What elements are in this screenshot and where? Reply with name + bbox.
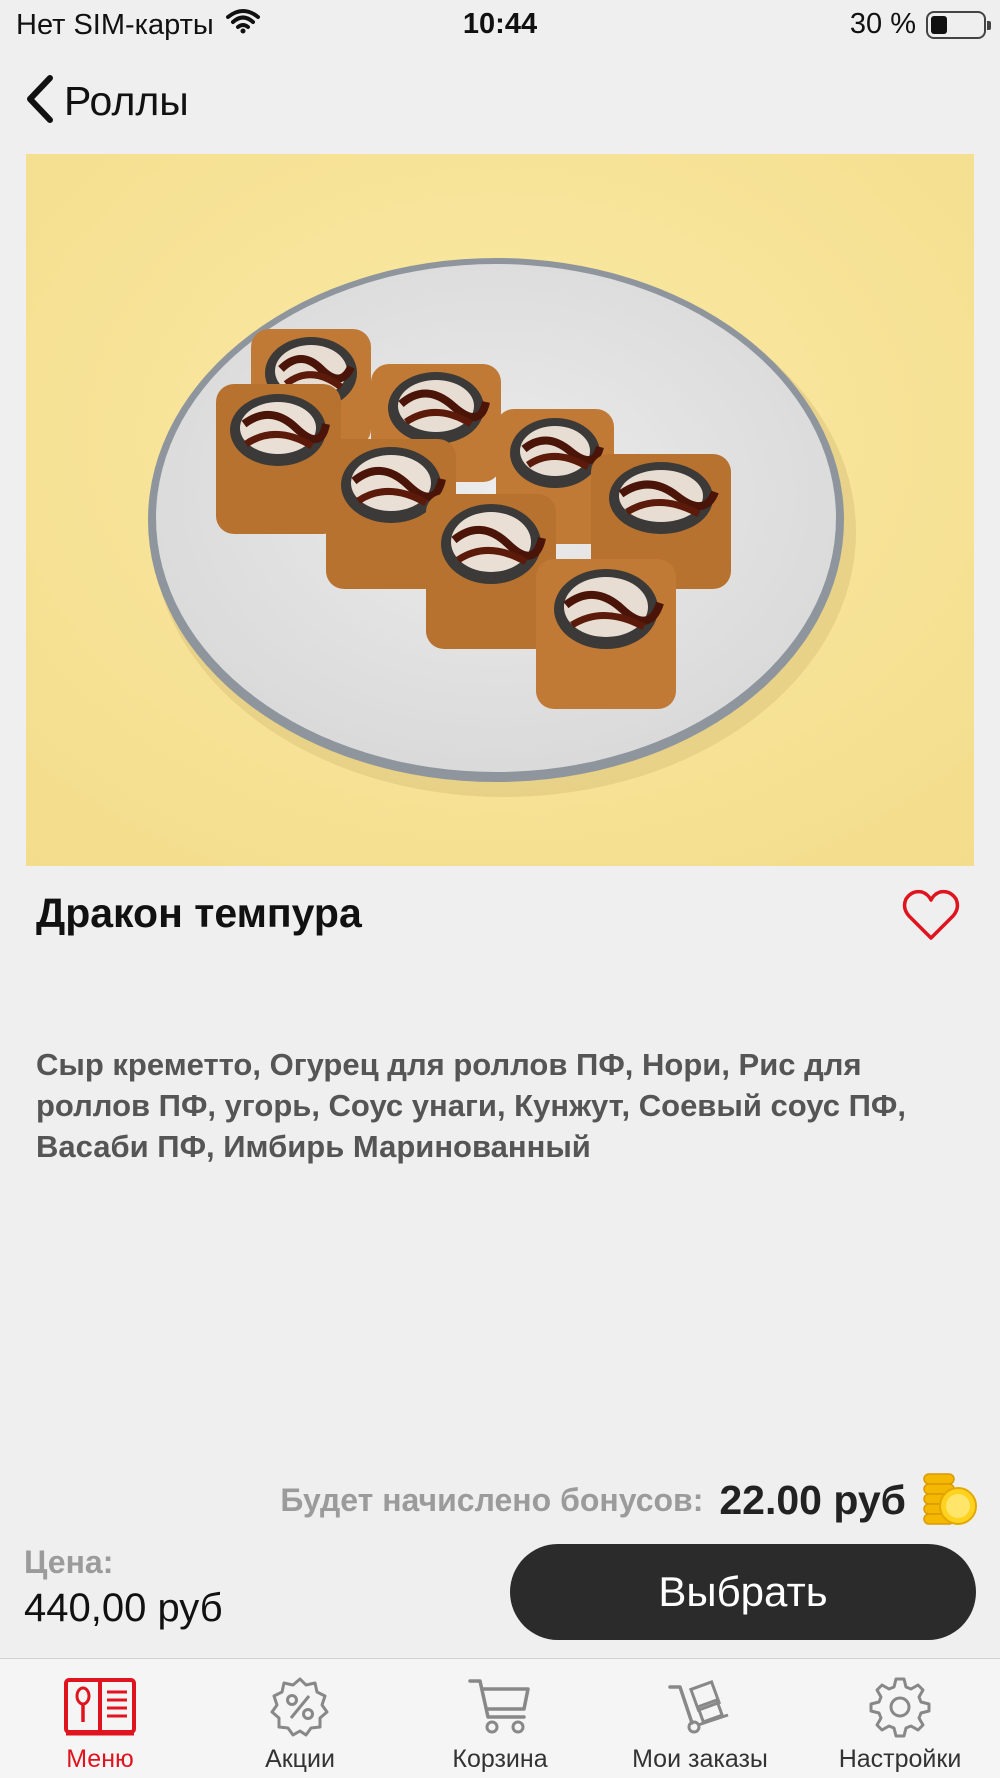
tab-label: Мои заказы (632, 1745, 768, 1773)
percent-badge-icon (269, 1675, 331, 1739)
battery-icon (926, 10, 991, 39)
hand-truck-icon (668, 1675, 732, 1739)
product-image (26, 154, 974, 866)
favorite-button[interactable] (902, 888, 960, 947)
battery-level (931, 15, 947, 34)
gear-icon (869, 1675, 931, 1739)
tab-my-orders[interactable]: Мои заказы (600, 1659, 800, 1778)
product-title: Дракон темпура (36, 890, 362, 936)
status-bar: Нет SIM-карты 10:44 30 % (0, 0, 1000, 50)
select-button[interactable]: Выбрать (510, 1544, 976, 1640)
price-value: 440,00 руб (24, 1586, 223, 1630)
sushi-rolls-photo (26, 154, 974, 866)
cart-icon (468, 1675, 532, 1739)
chevron-left-icon (24, 74, 56, 129)
tab-cart[interactable]: Корзина (400, 1659, 600, 1778)
tab-settings[interactable]: Настройки (800, 1659, 1000, 1778)
bonus-row: Будет начислено бонусов: 22.00 руб (280, 1470, 978, 1531)
tab-label: Корзина (452, 1745, 548, 1773)
tab-label: Настройки (838, 1745, 962, 1773)
bonus-label: Будет начислено бонусов: (280, 1482, 704, 1518)
back-button[interactable]: Роллы (24, 74, 189, 129)
navigation-bar: Роллы (0, 70, 1000, 140)
coins-icon (922, 1470, 978, 1531)
product-description: Сыр креметто, Огурец для роллов ПФ, Нори… (36, 1047, 906, 1164)
tab-bar: Меню Акции Корзина Мои заказы Настройки (0, 1658, 1000, 1778)
battery-percent: 30 % (849, 8, 916, 40)
tab-label: Акции (265, 1745, 335, 1773)
back-title: Роллы (64, 78, 189, 124)
price-label: Цена: (24, 1544, 114, 1580)
tab-menu[interactable]: Меню (0, 1659, 200, 1778)
tab-label: Меню (66, 1745, 134, 1773)
tab-promotions[interactable]: Акции (200, 1659, 400, 1778)
heart-icon (902, 889, 960, 946)
menu-book-icon (63, 1675, 137, 1739)
bonus-value: 22.00 руб (719, 1477, 906, 1523)
status-right: 30 % (849, 8, 991, 41)
